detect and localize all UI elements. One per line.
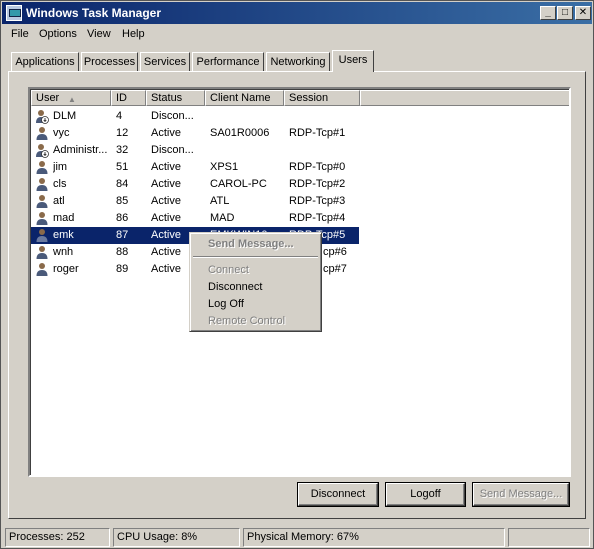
user-status: Active	[151, 178, 181, 190]
status-physical-memory: Physical Memory: 67%	[243, 528, 505, 547]
sort-ascending-icon: ▲	[68, 95, 76, 104]
user-icon	[35, 228, 49, 243]
context-menu-remote-control[interactable]: Remote Control	[192, 313, 319, 330]
disconnected-user-icon	[35, 109, 49, 124]
logoff-button[interactable]: Logoff	[386, 483, 465, 506]
menu-bar: File Options View Help	[3, 25, 591, 43]
column-header-client-name[interactable]: Client Name	[205, 90, 284, 106]
user-name: atl	[53, 195, 65, 207]
user-icon	[35, 211, 49, 226]
session-name: RDP-Tcp#0	[289, 161, 346, 173]
table-row[interactable]: Administr... 32 Discon...	[31, 142, 359, 159]
table-row[interactable]: jim 51 Active XPS1 RDP-Tcp#0	[31, 159, 359, 176]
session-name: RDP-Tcp#3	[289, 195, 346, 207]
user-name: roger	[53, 263, 79, 275]
menu-file[interactable]: File	[11, 28, 29, 40]
user-status: Active	[151, 195, 181, 207]
user-name: emk	[53, 229, 74, 241]
user-icon	[35, 177, 49, 192]
user-name: Administr...	[53, 144, 108, 156]
user-name: cls	[53, 178, 67, 190]
session-id: 12	[116, 127, 129, 139]
session-id: 85	[116, 195, 129, 207]
session-name: RDP-Tcp#2	[289, 178, 346, 190]
table-row[interactable]: mad 86 Active MAD RDP-Tcp#4	[31, 210, 359, 227]
disconnect-button[interactable]: Disconnect	[298, 483, 378, 506]
column-header-id[interactable]: ID	[111, 90, 146, 106]
column-header-session[interactable]: Session	[284, 90, 360, 106]
tab-services[interactable]: Services	[140, 52, 190, 72]
tab-users[interactable]: Users	[332, 50, 374, 72]
context-menu-connect[interactable]: Connect	[192, 262, 319, 279]
menu-view[interactable]: View	[87, 28, 111, 40]
user-icon	[35, 245, 49, 260]
session-id: 88	[116, 246, 129, 258]
menu-help[interactable]: Help	[122, 28, 145, 40]
context-menu: Send Message... Connect Disconnect Log O…	[189, 232, 322, 332]
session-id: 4	[116, 110, 123, 122]
context-menu-send-message[interactable]: Send Message...	[192, 236, 319, 253]
context-menu-log-off[interactable]: Log Off	[192, 296, 319, 313]
tab-processes[interactable]: Processes	[81, 52, 138, 72]
user-icon	[35, 160, 49, 175]
send-message-button[interactable]: Send Message...	[473, 483, 569, 506]
user-name: wnh	[53, 246, 74, 258]
minimize-button[interactable]: _	[540, 6, 556, 20]
tab-networking[interactable]: Networking	[266, 52, 330, 72]
close-button[interactable]: ✕	[575, 6, 591, 20]
context-menu-disconnect[interactable]: Disconnect	[192, 279, 319, 296]
session-name: cp#7	[323, 263, 347, 275]
tab-applications[interactable]: Applications	[11, 52, 79, 72]
tab-performance[interactable]: Performance	[192, 52, 264, 72]
session-name: RDP-Tcp#1	[289, 127, 346, 139]
task-manager-icon	[6, 5, 22, 21]
table-row[interactable]: cls 84 Active CAROL-PC RDP-Tcp#2	[31, 176, 359, 193]
user-status: Active	[151, 127, 181, 139]
session-id: 32	[116, 144, 129, 156]
status-bar: Processes: 252 CPU Usage: 8% Physical Me…	[3, 528, 591, 547]
user-icon	[35, 262, 49, 277]
column-header-filler	[360, 90, 569, 106]
user-icon	[35, 194, 49, 209]
title-bar[interactable]: Windows Task Manager _ □ ✕	[2, 2, 592, 24]
session-name: cp#6	[323, 246, 347, 258]
session-name: RDP-Tcp#4	[289, 212, 346, 224]
session-id: 51	[116, 161, 129, 173]
session-id: 89	[116, 263, 129, 275]
user-icon	[35, 126, 49, 141]
user-status: Active	[151, 212, 181, 224]
session-id: 84	[116, 178, 129, 190]
window-title: Windows Task Manager	[26, 6, 162, 20]
client-name: SA01R0006	[210, 127, 270, 139]
session-id: 87	[116, 229, 129, 241]
context-menu-separator	[193, 256, 318, 258]
client-name: CAROL-PC	[210, 178, 267, 190]
task-manager-window: Windows Task Manager _ □ ✕ File Options …	[0, 0, 594, 549]
status-cpu-usage: CPU Usage: 8%	[113, 528, 240, 547]
client-name: ATL	[210, 195, 230, 207]
column-header-status[interactable]: Status	[146, 90, 205, 106]
user-status: Discon...	[151, 144, 194, 156]
client-name: XPS1	[210, 161, 239, 173]
user-status: Active	[151, 161, 181, 173]
maximize-button[interactable]: □	[557, 6, 573, 20]
user-name: vyc	[53, 127, 70, 139]
menu-options[interactable]: Options	[39, 28, 77, 40]
user-name: DLM	[53, 110, 77, 122]
table-row[interactable]: atl 85 Active ATL RDP-Tcp#3	[31, 193, 359, 210]
user-status: Discon...	[151, 110, 194, 122]
client-name: MAD	[210, 212, 235, 224]
disconnected-user-icon	[35, 143, 49, 158]
status-processes: Processes: 252	[5, 528, 110, 547]
session-id: 86	[116, 212, 129, 224]
table-row[interactable]: DLM 4 Discon...	[31, 108, 359, 125]
user-name: mad	[53, 212, 75, 224]
status-empty-pane	[508, 528, 590, 547]
user-name: jim	[53, 161, 68, 173]
table-row[interactable]: vyc 12 Active SA01R0006 RDP-Tcp#1	[31, 125, 359, 142]
column-header-user[interactable]: User ▲	[31, 90, 111, 106]
